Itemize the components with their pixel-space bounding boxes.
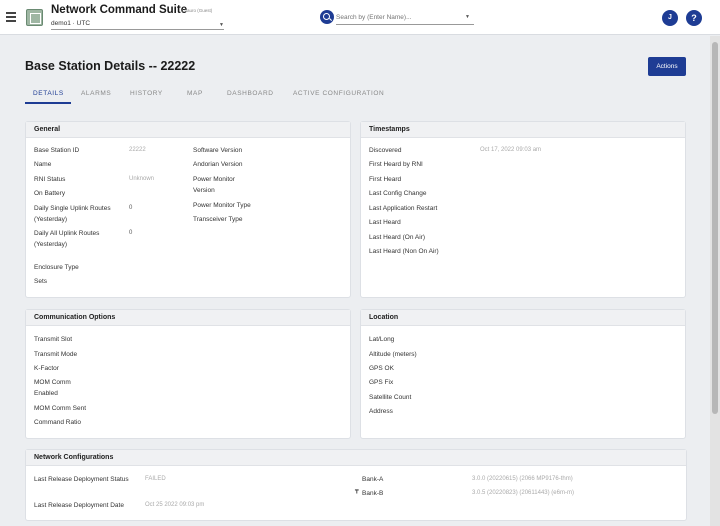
tab-map[interactable]: MAP [187, 90, 203, 97]
field-label: Last Release Deployment Date [34, 502, 124, 509]
actions-button[interactable]: Actions [648, 57, 686, 76]
environment-underline [51, 29, 224, 30]
field-label: On Battery [34, 190, 66, 197]
field-label: First Heard by RNI [369, 161, 423, 168]
field-label: MOM Comm Sent [34, 405, 87, 412]
field-label: First Heard [369, 176, 402, 183]
field-label: K-Factor [34, 365, 59, 372]
tab-details[interactable]: DETAILS [33, 90, 64, 97]
field-label: MOM Comm Enabled [34, 379, 71, 397]
environment-selector[interactable]: demo1 · UTC [51, 20, 90, 27]
field-label: Last Heard (Non On Air) [369, 248, 439, 255]
field-label: Satellite Count [369, 394, 412, 401]
panel-title: General [26, 122, 350, 138]
communication-options-panel: Communication Options Transmit Slot Tran… [26, 310, 350, 438]
panel-title: Location [361, 310, 685, 326]
search-dropdown-chevron-icon[interactable]: ▼ [465, 14, 470, 20]
search-icon[interactable] [320, 10, 334, 24]
field-label: Altitude (meters) [369, 351, 417, 358]
app-title: Network Command Suite [51, 4, 188, 16]
field-label: Discovered [369, 147, 402, 154]
page-title: Base Station Details -- 22222 [25, 59, 196, 73]
field-label: Last Config Change [369, 190, 427, 197]
general-panel: General Base Station ID 22222 Name RNI S… [26, 122, 350, 297]
field-value: 0 [129, 205, 133, 211]
tab-dashboard[interactable]: DASHBOARD [227, 90, 274, 97]
help-icon[interactable]: ? [686, 10, 702, 26]
field-value: FAILED [145, 476, 166, 482]
network-configurations-panel: Network Configurations Last Release Depl… [26, 450, 686, 520]
user-avatar-button[interactable]: J [662, 10, 678, 26]
tab-history[interactable]: HISTORY [130, 90, 163, 97]
field-label: Base Station ID [34, 147, 80, 154]
field-label: GPS Fix [369, 379, 394, 386]
field-value: Oct 25 2022 09:03 pm [145, 502, 205, 508]
field-label: Address [369, 408, 393, 415]
field-label: Bank-A [362, 476, 384, 483]
field-label: Command Ratio [34, 419, 81, 426]
field-label: Transmit Mode [34, 351, 78, 358]
timestamps-panel: Timestamps Discovered Oct 17, 2022 09:03… [361, 122, 685, 297]
app-logo-icon [26, 9, 43, 26]
menu-icon[interactable] [6, 12, 16, 22]
location-panel: Location Lat/Long Altitude (meters) GPS … [361, 310, 685, 438]
panel-title: Timestamps [361, 122, 685, 138]
field-label: Transceiver Type [193, 216, 243, 223]
field-label: Last Heard [369, 219, 401, 226]
active-tab-indicator [25, 102, 71, 104]
tab-active-configuration[interactable]: ACTIVE CONFIGURATION [293, 90, 384, 97]
field-label: GPS OK [369, 365, 394, 372]
pin-icon: ┳ [355, 488, 359, 494]
field-label: Last Heard (On Air) [369, 234, 425, 241]
field-label: Daily All Uplink Routes (Yesterday) [34, 230, 100, 248]
field-label: Software Version [193, 147, 243, 154]
field-label: Enclosure Type [34, 264, 79, 271]
field-value: 22222 [129, 147, 146, 153]
field-label: Last Application Restart [369, 205, 438, 212]
top-bar: Network Command Suite t.bauro (Guest) de… [0, 0, 720, 35]
field-label: Transmit Slot [34, 336, 73, 343]
field-label: Andorian Version [193, 161, 243, 168]
search-input[interactable] [336, 11, 474, 25]
field-label: Power Monitor Version [193, 176, 235, 194]
chevron-down-icon[interactable]: ▼ [219, 22, 224, 28]
field-label: Bank-B [362, 490, 384, 497]
field-label: Name [34, 161, 52, 168]
tab-alarms[interactable]: ALARMS [81, 90, 111, 97]
field-value: Unknown [129, 176, 155, 182]
app-subtitle: t.bauro (Guest) [182, 8, 213, 13]
field-label: Sets [34, 278, 48, 285]
panel-title: Network Configurations [26, 450, 686, 466]
field-value: 3.0.5 (20220823) (20611443) (e6m-m) [472, 490, 574, 496]
field-value: 3.0.0 (20220615) (2066 MP9176-thm) [472, 476, 573, 482]
field-label: RNI Status [34, 176, 66, 183]
panel-title: Communication Options [26, 310, 350, 326]
field-value: 0 [129, 230, 133, 236]
page-scrollbar[interactable] [710, 36, 720, 526]
scrollbar-thumb[interactable] [712, 42, 718, 414]
field-value: Oct 17, 2022 09:03 am [480, 147, 542, 153]
field-label: Power Monitor Type [193, 202, 251, 209]
field-label: Lat/Long [369, 336, 395, 343]
field-label: Daily Single Uplink Routes (Yesterday) [34, 205, 111, 223]
field-label: Last Release Deployment Status [34, 476, 129, 483]
